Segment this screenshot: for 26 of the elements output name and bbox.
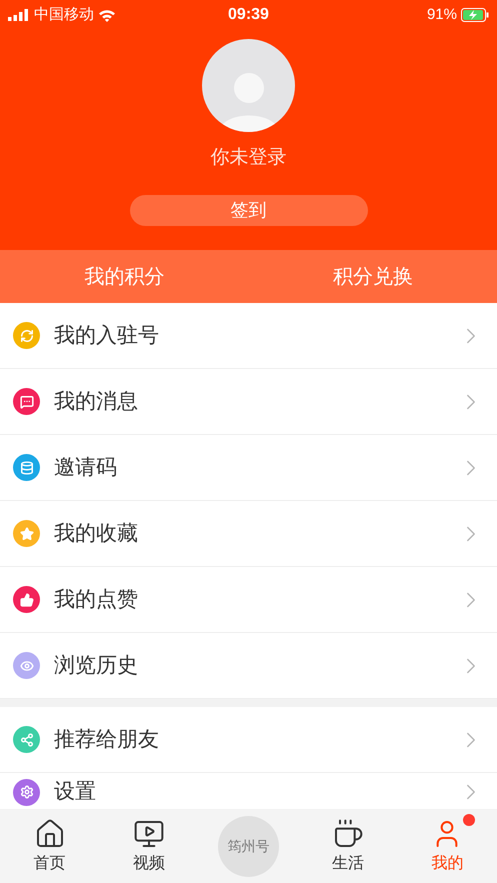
menu-label: 我的收藏 bbox=[54, 520, 139, 547]
battery-percent: 91% bbox=[426, 4, 457, 25]
status-time: 09:39 bbox=[228, 5, 269, 25]
tab-item[interactable]: 视频 bbox=[99, 818, 199, 876]
signal-icon bbox=[8, 9, 30, 21]
menu-item[interactable]: 我的点赞 bbox=[0, 567, 497, 633]
menu-item[interactable]: 我的收藏 bbox=[0, 501, 497, 567]
battery-charging-icon bbox=[460, 8, 489, 22]
menu-item[interactable]: 浏览历史 bbox=[0, 633, 497, 699]
wifi-icon bbox=[98, 8, 116, 22]
menu-item[interactable]: 我的入驻号 bbox=[0, 303, 497, 369]
menu-label: 我的入驻号 bbox=[54, 322, 160, 349]
menu-item[interactable]: 设置 bbox=[0, 773, 497, 809]
menu-label: 我的点赞 bbox=[54, 586, 139, 613]
menu-label: 设置 bbox=[54, 779, 97, 806]
menu-label: 推荐给朋友 bbox=[54, 726, 160, 753]
tab-item[interactable]: 生活 bbox=[298, 818, 398, 876]
menu-label: 浏览历史 bbox=[54, 652, 139, 679]
menu-item[interactable]: 我的消息 bbox=[0, 369, 497, 435]
carrier-name: 中国移动 bbox=[34, 4, 94, 25]
menu-label: 我的消息 bbox=[54, 388, 139, 415]
login-status: 你未登录 bbox=[210, 146, 286, 170]
menu-item[interactable]: 推荐给朋友 bbox=[0, 707, 497, 773]
menu-item[interactable]: 邀请码 bbox=[0, 435, 497, 501]
tab-item[interactable]: 首页 bbox=[0, 818, 100, 876]
menu-label: 邀请码 bbox=[54, 454, 118, 481]
